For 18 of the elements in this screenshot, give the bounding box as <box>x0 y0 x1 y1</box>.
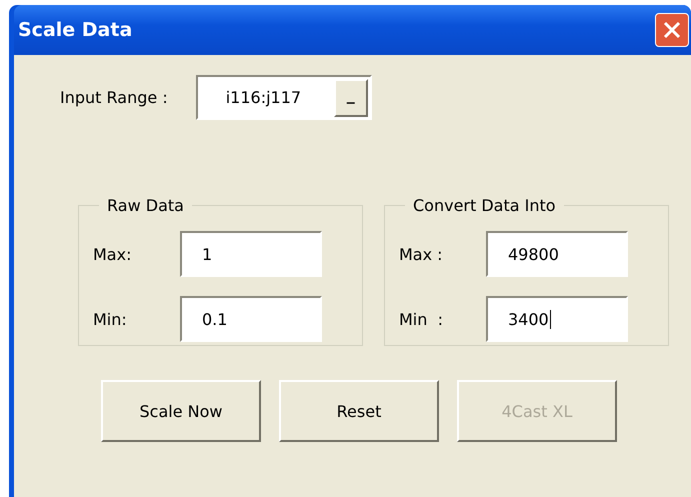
group-title: Convert Data Into <box>412 196 557 215</box>
dialog-button[interactable]: Scale Now <box>101 380 261 442</box>
group-title: Raw Data <box>106 196 185 215</box>
field-label: Max: <box>93 244 132 264</box>
number-field[interactable]: 1 <box>180 231 322 277</box>
dialog-button[interactable]: Reset <box>279 380 439 442</box>
window-title: Scale Data <box>18 19 132 41</box>
number-field[interactable]: 49800 <box>486 231 628 277</box>
field-label: Min: <box>93 310 128 328</box>
range-picker-button[interactable]: _ <box>334 78 368 116</box>
close-button[interactable] <box>655 13 689 47</box>
input-range-field[interactable]: i116:j117 _ <box>196 75 372 120</box>
field-label: Min : <box>399 310 444 328</box>
close-icon <box>662 20 682 40</box>
field-label: Max : <box>399 244 444 264</box>
number-field[interactable]: 3400 <box>486 296 628 342</box>
input-range-label: Input Range : <box>60 88 168 107</box>
number-field[interactable]: 0.1 <box>180 296 322 342</box>
